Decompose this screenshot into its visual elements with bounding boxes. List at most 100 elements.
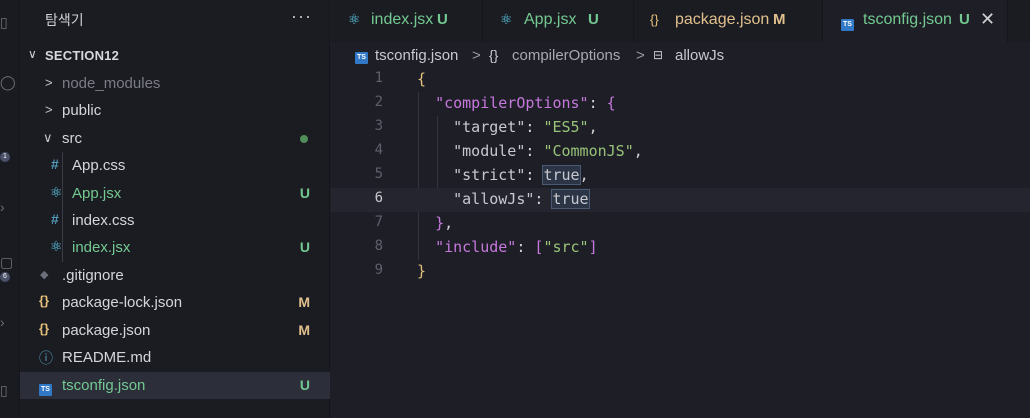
highlighted-match: true [542, 165, 581, 185]
breadcrumb-property[interactable]: allowJs [675, 47, 724, 64]
git-file-icon: ◆ [40, 269, 49, 281]
code-line: 4 "module": "CommonJS", [331, 140, 1030, 164]
explorer-icon[interactable]: ▯ [0, 10, 20, 34]
tree-item-label: tsconfig.json [62, 377, 146, 394]
tree-item-label: node_modules [62, 75, 161, 92]
code-line: 1 { [331, 68, 1030, 92]
tab-index-jsx[interactable]: ⚛ index.jsx U [331, 0, 483, 42]
tree-item-package-lock-json[interactable]: {} package-lock.json M [20, 289, 330, 316]
line-number: 4 [374, 142, 383, 158]
extensions-badge: 6 [0, 272, 10, 282]
text-cursor [588, 190, 590, 207]
tab-app-jsx[interactable]: ⚛ App.jsx U [483, 0, 634, 42]
line-number: 8 [374, 238, 383, 254]
untracked-badge: U [299, 239, 310, 255]
tab-package-json[interactable]: {} package.json M [634, 0, 823, 42]
line-number: 7 [374, 214, 383, 230]
tree-item-public[interactable]: > public [20, 97, 330, 124]
typescript-file-icon: TS [841, 13, 854, 31]
json-file-icon: {} [39, 293, 50, 308]
modified-dot [300, 135, 308, 143]
code-line: 5 "strict": true, [331, 164, 1030, 188]
info-file-icon: ⓘ [39, 350, 53, 366]
line-number: 3 [374, 118, 383, 134]
explorer-title: 탐색기 [45, 12, 84, 28]
code-line-current: 6 "allowJs": true [331, 188, 1030, 212]
modified-badge: M [773, 11, 786, 28]
line-number: 9 [374, 262, 383, 278]
tree-item-label: public [62, 102, 102, 119]
breadcrumb-object[interactable]: compilerOptions [512, 47, 620, 64]
line-number: 5 [374, 166, 383, 182]
close-icon[interactable]: ✕ [980, 9, 995, 30]
object-icon: {} [489, 47, 499, 63]
react-file-icon: ⚛ [500, 11, 513, 27]
css-file-icon: # [51, 211, 59, 227]
remote-icon[interactable]: › [0, 310, 20, 334]
tree-item-label: index.css [72, 212, 135, 229]
breadcrumb-separator: > [472, 47, 481, 64]
activity-bar: ▯ ◯ 1 › ▢ 6 › ▯ [0, 0, 20, 418]
more-actions-icon[interactable]: ··· [291, 6, 312, 27]
boolean-property-icon: ⊟ [653, 48, 664, 62]
tree-item-label: .gitignore [62, 267, 124, 284]
tab-label: index.jsx [371, 11, 434, 28]
tree-item-app-css[interactable]: # App.css [20, 152, 330, 179]
react-file-icon: ⚛ [50, 238, 63, 254]
code-line: 2 "compilerOptions": { [331, 92, 1030, 116]
tree-item-app-jsx[interactable]: ⚛ App.jsx U [20, 180, 330, 207]
search-icon[interactable]: ◯ [0, 70, 20, 94]
tab-tsconfig-json[interactable]: TS tsconfig.json U ✕ [823, 0, 1008, 42]
tree-item-label: README.md [62, 349, 152, 366]
code-line: 8 "include": ["src"] [331, 236, 1030, 260]
chevron-down-icon: ∨ [43, 130, 53, 145]
css-file-icon: # [51, 156, 59, 172]
typescript-file-icon: TS [39, 378, 52, 396]
line-number: 6 [374, 190, 383, 206]
tree-item-index-jsx[interactable]: ⚛ index.jsx U [20, 234, 330, 261]
untracked-badge: U [959, 11, 970, 28]
account-icon[interactable]: ▯ [0, 378, 20, 402]
tree-item-label: App.css [72, 157, 126, 174]
tab-label: package.json [675, 11, 770, 28]
run-icon[interactable]: › [0, 195, 20, 219]
tree-item-label: package-lock.json [62, 294, 183, 311]
line-number: 1 [374, 70, 383, 86]
react-file-icon: ⚛ [348, 11, 361, 27]
source-control-badge: 1 [0, 152, 10, 162]
explorer-header: 탐색기 ··· [20, 0, 330, 40]
breadcrumb-separator: > [636, 47, 645, 64]
tree-item-package-json[interactable]: {} package.json M [20, 317, 330, 344]
untracked-badge: U [299, 185, 310, 201]
folder-section-header[interactable]: ∨ SECTION12 [20, 43, 330, 68]
extensions-icon[interactable]: ▢ [0, 250, 20, 274]
tree-item-readme-md[interactable]: ⓘ README.md [20, 344, 330, 371]
react-file-icon: ⚛ [50, 184, 63, 200]
tree-item-label: src [62, 130, 82, 147]
tree-item-node-modules[interactable]: > node_modules [20, 70, 330, 97]
tree-item-index-css[interactable]: # index.css [20, 207, 330, 234]
selection-highlight: true [551, 189, 590, 209]
tree-item-tsconfig-json[interactable]: TS tsconfig.json U [20, 372, 330, 399]
tree-item-gitignore[interactable]: ◆ .gitignore [20, 262, 330, 289]
code-line: 9 } [331, 260, 1030, 284]
json-file-icon: {} [650, 12, 659, 27]
tree-item-src[interactable]: ∨ src [20, 125, 330, 152]
code-line: 3 "target": "ES5", [331, 116, 1030, 140]
tab-label: tsconfig.json [863, 11, 952, 28]
untracked-badge: U [588, 11, 599, 28]
code-editor[interactable]: 1 { 2 "compilerOptions": { 3 "target": "… [331, 68, 1030, 418]
tab-label: App.jsx [524, 11, 577, 28]
chevron-right-icon: > [45, 102, 53, 117]
breadcrumb-file[interactable]: tsconfig.json [375, 47, 458, 64]
json-file-icon: {} [39, 321, 50, 336]
tree-item-label: index.jsx [72, 239, 131, 256]
tree-item-label: package.json [62, 322, 151, 339]
line-number: 2 [374, 94, 383, 110]
untracked-badge: U [437, 11, 448, 28]
untracked-badge: U [299, 377, 310, 393]
code-line: 7 }, [331, 212, 1030, 236]
explorer-sidebar: 탐색기 ··· ∨ SECTION12 > node_modules > pub… [20, 0, 330, 418]
modified-badge: M [298, 322, 310, 338]
modified-badge: M [298, 294, 310, 310]
